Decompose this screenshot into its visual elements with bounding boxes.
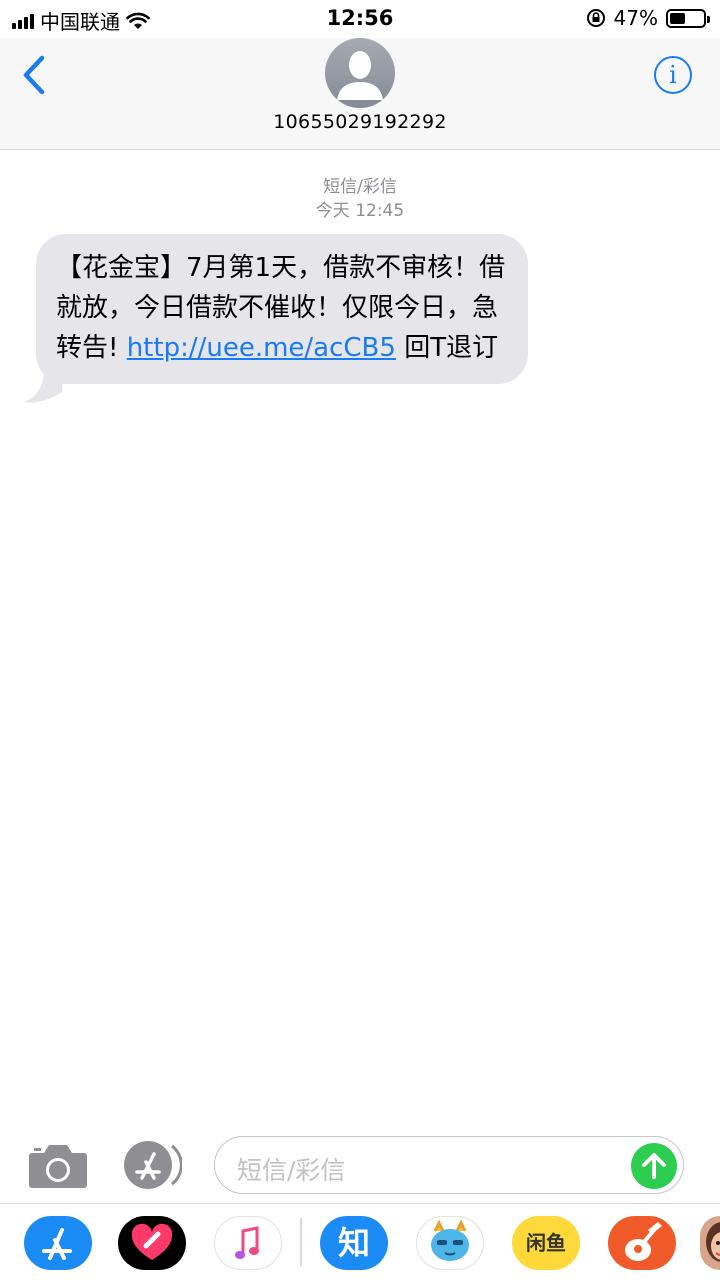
status-bar: 中国联通 12:56 47% [0,0,720,38]
xianyu-label: 闲鱼 [526,1231,566,1255]
info-icon[interactable]: i [654,56,692,94]
arrow-up-icon [642,1153,666,1179]
sticker-app-icon[interactable] [416,1216,484,1270]
music-app-icon[interactable] [214,1216,282,1270]
app-store-app-icon[interactable] [24,1216,92,1270]
battery-icon [666,8,710,28]
zhihu-app-icon[interactable]: 知 [320,1216,388,1270]
message-input-placeholder: 短信/彩信 [237,1156,346,1185]
app-drawer: 知 闲鱼 [0,1203,720,1280]
contact-avatar[interactable] [325,38,395,108]
contact-number[interactable]: 10655029192292 [0,111,720,133]
drawer-divider [300,1218,302,1266]
camera-icon[interactable] [28,1141,88,1189]
message-service-label: 短信/彩信 [323,177,397,197]
battery-level [670,12,686,24]
xianyu-app-icon[interactable]: 闲鱼 [512,1216,580,1270]
message-unsubscribe-text: 回T退订 [395,333,499,363]
message-timestamp: 今天 12:45 [315,201,405,221]
garageband-app-icon[interactable] [608,1216,676,1270]
app-store-button-icon[interactable] [122,1140,182,1190]
conversation-header: 10655029192292 i [0,38,720,150]
battery-percent: 47% [613,6,658,30]
digital-touch-heart-icon[interactable] [118,1216,186,1270]
person-silhouette-icon [337,51,383,100]
message-bubble[interactable]: 【花金宝】7月第1天，借款不审核！借就放，今日借款不催收！仅限今日，急转告! h… [36,234,528,384]
zhihu-label: 知 [337,1224,370,1262]
message-input[interactable]: 短信/彩信 [214,1136,684,1194]
status-right: 47% [586,6,710,30]
send-button[interactable] [631,1143,677,1189]
back-chevron-icon[interactable] [18,54,52,96]
message-link[interactable]: http://uee.me/acCB5 [127,333,396,363]
memoji-app-icon[interactable] [700,1216,720,1270]
orientation-lock-icon [586,9,605,27]
